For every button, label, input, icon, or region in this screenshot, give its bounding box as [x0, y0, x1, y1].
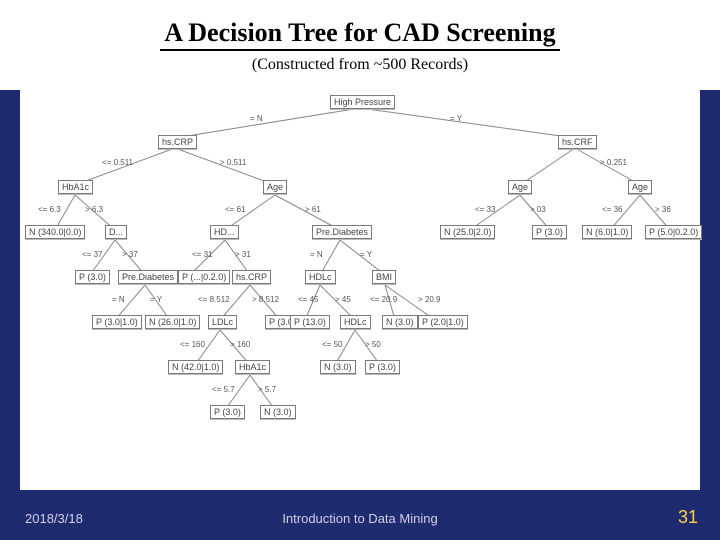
node-age1: Age [263, 180, 287, 194]
tree-canvas: High Pressure = N = Y hs.CRP hs.CRF <= 0… [20, 90, 700, 490]
edge-label: > 50 [365, 340, 381, 349]
leaf: P (3.0|1.0) [92, 315, 142, 329]
edge-label: <= 0.511 [102, 158, 133, 167]
edge-label: > 37 [122, 250, 138, 259]
edge-label: = Y [360, 250, 372, 259]
node-hba1c: HbA1c [235, 360, 270, 374]
leaf: P (3.0) [365, 360, 400, 374]
edge-label: > 0.251 [600, 158, 627, 167]
edge-label: > 36 [655, 205, 671, 214]
edge-label: <= 6.3 [38, 205, 61, 214]
node-prediabetes: Pre.Diabetes [118, 270, 178, 284]
edge-label: = N [112, 295, 125, 304]
edge-label: <= 37 [82, 250, 102, 259]
footer-title: Introduction to Data Mining [0, 511, 720, 526]
edge-label: > 6.3 [85, 205, 103, 214]
edge-label: > 8.512 [252, 295, 279, 304]
leaf: P (3.0) [532, 225, 567, 239]
node-ldlc: LDLc [208, 315, 237, 329]
node-hscrp-left: hs.CRP [158, 135, 197, 149]
slide: A Decision Tree for CAD Screening (Const… [0, 0, 720, 540]
edge-label: > 0.511 [220, 158, 246, 167]
leaf: P (5.0|0.2.0) [645, 225, 702, 239]
edge-label: <= 20.9 [370, 295, 397, 304]
slide-title: A Decision Tree for CAD Screening [0, 18, 720, 48]
edge-label: > 20.9 [418, 295, 440, 304]
edge-label: <= 61 [225, 205, 245, 214]
edge-label: > 45 [335, 295, 351, 304]
node-d: D... [105, 225, 127, 239]
leaf: N (340.0|0.0) [25, 225, 85, 239]
node-bmi: BMI [372, 270, 396, 284]
leaf: P (13.0) [290, 315, 330, 329]
slide-subtitle: (Constructed from ~500 Records) [0, 56, 720, 74]
node-hscrp: hs.CRP [232, 270, 271, 284]
edge-label: <= 160 [180, 340, 205, 349]
node-hdl: HD... [210, 225, 239, 239]
edge-label: = Y [450, 114, 462, 123]
leaf: N (3.0) [260, 405, 296, 419]
leaf: N (25.0|2.0) [440, 225, 495, 239]
edge-label: > 03 [530, 205, 546, 214]
edge-label: <= 5.7 [212, 385, 235, 394]
leaf: P (2.0|1.0) [418, 315, 468, 329]
leaf: P (...|0.2.0) [178, 270, 230, 284]
edge-label: > 61 [305, 205, 321, 214]
edge-label: <= 50 [322, 340, 342, 349]
edge-label: <= 31 [192, 250, 212, 259]
leaf: P (3.0) [210, 405, 245, 419]
edge-label: <= 36 [602, 205, 622, 214]
edge-label: > 5.7 [258, 385, 276, 394]
edge-label: > 31 [235, 250, 251, 259]
leaf: N (42.0|1.0) [168, 360, 223, 374]
edge-label: <= 45 [298, 295, 318, 304]
node-hscrf-right: hs.CRF [558, 135, 597, 149]
node-age2: Age [508, 180, 532, 194]
leaf: N (3.0) [382, 315, 418, 329]
edge-label: = N [310, 250, 323, 259]
edge-label: = N [250, 114, 263, 123]
node-prediabetes: Pre.Diabetes [312, 225, 372, 239]
tree-edges [20, 90, 700, 490]
node-hdlc: HDLc [305, 270, 336, 284]
edge-label: <= 33 [475, 205, 495, 214]
node-root: High Pressure [330, 95, 395, 109]
node-hdlc: HDLc [340, 315, 371, 329]
leaf: P (3.0) [75, 270, 110, 284]
leaf: N (3.0) [320, 360, 356, 374]
leaf: N (26.0|1.0) [145, 315, 200, 329]
edge-label: <= 8.512 [198, 295, 230, 304]
slide-number: 31 [678, 507, 698, 528]
node-age3: Age [628, 180, 652, 194]
leaf: N (6.0|1.0) [582, 225, 632, 239]
node-hba1c: HbA1c [58, 180, 93, 194]
edge-label: = Y [150, 295, 162, 304]
edge-label: > 160 [230, 340, 250, 349]
